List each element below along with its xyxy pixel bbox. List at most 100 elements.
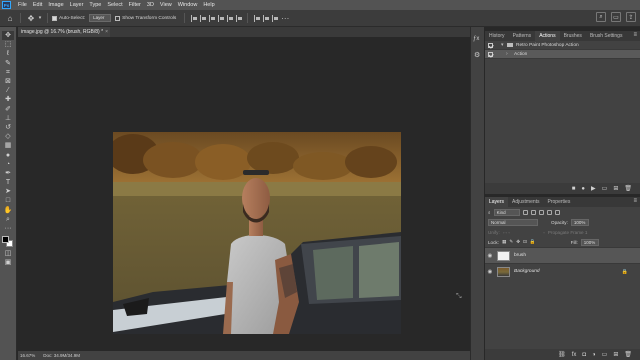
chevron-down-icon[interactable]: ▾ xyxy=(501,42,506,48)
color-swatches[interactable] xyxy=(1,235,15,249)
action-row[interactable]: › Action xyxy=(485,50,640,59)
screen-mode-icon[interactable]: ▣ xyxy=(2,258,14,267)
menu-help[interactable]: Help xyxy=(200,0,217,10)
document-tab[interactable]: image.jpg @ 16.7% (brush, RGB/8) * × xyxy=(18,27,110,37)
align-middle-icon[interactable] xyxy=(226,14,233,22)
blend-mode-dropdown[interactable]: Normal xyxy=(488,218,538,226)
move-tool-icon[interactable]: ✥ xyxy=(2,31,14,41)
marquee-tool-icon[interactable]: ⬚ xyxy=(2,40,14,49)
eye-icon[interactable]: ◉ xyxy=(485,253,495,259)
hand-tool-icon[interactable]: ✋ xyxy=(2,206,14,215)
play-icon[interactable]: ▶ xyxy=(591,186,596,192)
tab-patterns[interactable]: Patterns xyxy=(509,31,536,41)
gradient-tool-icon[interactable]: ▦ xyxy=(2,141,14,150)
propagate-checkbox[interactable]: ▫ xyxy=(543,230,545,235)
trash-icon[interactable]: 🗑 xyxy=(624,352,632,358)
lock-brush-icon[interactable]: ✎ xyxy=(509,239,513,245)
action-set-row[interactable]: ▾ Retro Paint Photoshop Action xyxy=(485,41,640,50)
stop-icon[interactable]: ■ xyxy=(572,186,576,192)
more-icon[interactable]: ··· xyxy=(279,13,291,24)
pixel-filter-icon[interactable] xyxy=(522,209,528,215)
shape-tool-icon[interactable]: □ xyxy=(2,196,14,205)
tab-properties[interactable]: Properties xyxy=(544,197,575,207)
eye-icon[interactable]: ◉ xyxy=(485,269,495,275)
lock-icon[interactable]: 🔒 xyxy=(622,269,628,275)
foreground-color-swatch[interactable] xyxy=(2,236,9,244)
panel-menu-icon[interactable]: ≡ xyxy=(633,198,637,204)
more-tools-icon[interactable]: ··· xyxy=(2,224,14,233)
clone-stamp-tool-icon[interactable]: ⊥ xyxy=(2,114,14,123)
menu-type[interactable]: Type xyxy=(86,0,104,10)
zoom-tool-icon[interactable]: ⌕ xyxy=(2,215,14,224)
pen-tool-icon[interactable]: ✒ xyxy=(2,169,14,178)
type-filter-icon[interactable] xyxy=(538,209,544,215)
align-top-icon[interactable] xyxy=(217,14,224,22)
zoom-level[interactable]: 16.67% xyxy=(20,351,35,360)
align-center-icon[interactable] xyxy=(199,14,206,22)
tab-layers[interactable]: Layers xyxy=(485,197,509,207)
adjustment-filter-icon[interactable] xyxy=(530,209,536,215)
panel-menu-icon[interactable]: ≡ xyxy=(633,32,637,38)
lock-pixels-icon[interactable]: ▦ xyxy=(502,239,506,245)
chevron-right-icon[interactable]: › xyxy=(506,51,511,57)
home-icon[interactable]: ⌂ xyxy=(4,13,16,24)
canvas-area[interactable]: ⤡ xyxy=(18,37,470,351)
lasso-tool-icon[interactable]: ℓ xyxy=(2,49,14,58)
auto-select-dropdown[interactable]: Layer xyxy=(89,14,112,22)
new-action-icon[interactable]: ⊞ xyxy=(613,186,618,192)
menu-select[interactable]: Select xyxy=(104,0,125,10)
menu-layer[interactable]: Layer xyxy=(67,0,87,10)
menu-edit[interactable]: Edit xyxy=(30,0,45,10)
menu-view[interactable]: View xyxy=(157,0,175,10)
menu-file[interactable]: File xyxy=(15,0,30,10)
menu-3d[interactable]: 3D xyxy=(144,0,157,10)
menu-window[interactable]: Window xyxy=(175,0,201,10)
menu-filter[interactable]: Filter xyxy=(126,0,144,10)
tab-brushes[interactable]: Brushes xyxy=(560,31,586,41)
search-icon[interactable]: ⌕ xyxy=(596,12,606,22)
align-right-icon[interactable] xyxy=(208,14,215,22)
action-toggle-checkbox[interactable] xyxy=(488,51,493,57)
layer-row-brush[interactable]: ◉ brush xyxy=(485,247,640,263)
history-brush-tool-icon[interactable]: ↺ xyxy=(2,123,14,132)
tab-actions[interactable]: Actions xyxy=(535,31,560,41)
tab-adjustments[interactable]: Adjustments xyxy=(508,197,544,207)
brush-tool-icon[interactable]: ✐ xyxy=(2,105,14,114)
healing-brush-tool-icon[interactable]: ✚ xyxy=(2,95,14,104)
share-icon[interactable]: ⇪ xyxy=(626,12,636,22)
smart-object-filter-icon[interactable] xyxy=(554,209,560,215)
blur-tool-icon[interactable]: ● xyxy=(2,150,14,159)
layer-row-background[interactable]: ◉ Background 🔒 xyxy=(485,263,640,279)
tab-brush-settings[interactable]: Brush Settings xyxy=(586,31,627,41)
distribute-icon[interactable] xyxy=(253,14,260,22)
distribute-icon[interactable] xyxy=(271,14,278,22)
link-icon[interactable]: ⛓ xyxy=(558,352,566,358)
eyedropper-tool-icon[interactable]: ⁄ xyxy=(2,86,14,95)
tab-history[interactable]: History xyxy=(485,31,509,41)
quick-mask-icon[interactable]: ◫ xyxy=(2,249,14,258)
move-tool-icon[interactable]: ✥ xyxy=(25,13,37,24)
fill-input[interactable]: 100% xyxy=(580,238,599,246)
auto-select-checkbox[interactable] xyxy=(52,15,57,21)
shape-filter-icon[interactable] xyxy=(546,209,552,215)
group-icon[interactable]: ▭ xyxy=(602,352,608,358)
frame-tool-icon[interactable]: ⊠ xyxy=(2,77,14,86)
layer-name[interactable]: brush xyxy=(514,253,526,258)
lock-move-icon[interactable]: ✥ xyxy=(516,239,520,245)
eraser-tool-icon[interactable]: ◇ xyxy=(2,132,14,141)
crop-tool-icon[interactable]: ⌗ xyxy=(2,68,14,77)
path-select-tool-icon[interactable]: ➤ xyxy=(2,187,14,196)
align-left-icon[interactable] xyxy=(190,14,197,22)
chevron-down-icon[interactable]: ▾ xyxy=(37,13,43,24)
new-set-icon[interactable]: ▭ xyxy=(602,186,608,192)
fx-icon[interactable]: fx xyxy=(572,352,577,358)
menu-image[interactable]: Image xyxy=(45,0,66,10)
new-layer-icon[interactable]: ⊞ xyxy=(613,352,618,358)
distribute-icon[interactable] xyxy=(262,14,269,22)
opacity-input[interactable]: 100% xyxy=(570,218,589,226)
dodge-tool-icon[interactable]: ◔ xyxy=(2,160,14,169)
fx-icon[interactable]: ƒx xyxy=(473,36,479,42)
kind-filter-dropdown[interactable]: Kind xyxy=(493,208,520,216)
trash-icon[interactable]: 🗑 xyxy=(624,186,632,192)
adjustment-layer-icon[interactable]: ◑ xyxy=(592,352,596,358)
